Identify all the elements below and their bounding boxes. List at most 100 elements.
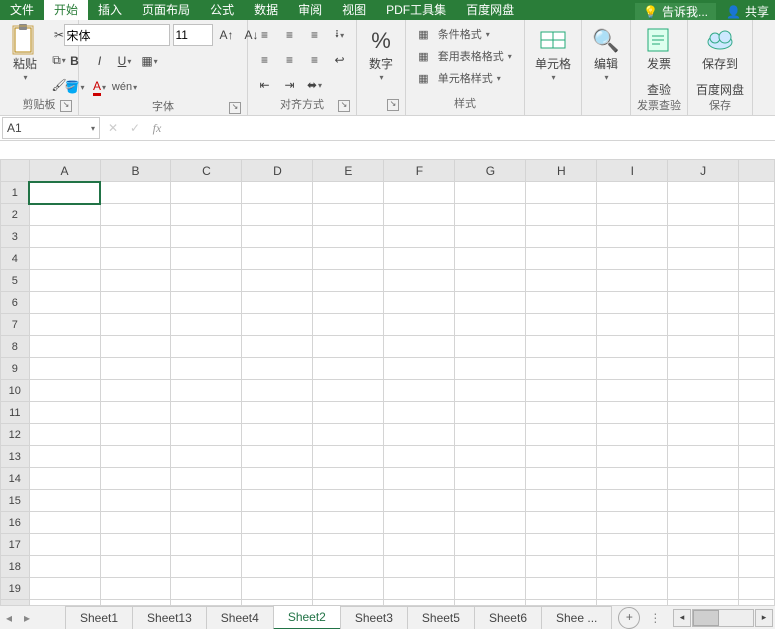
cell[interactable]	[526, 534, 597, 556]
cell[interactable]	[384, 336, 455, 358]
cell[interactable]	[455, 512, 526, 534]
cell[interactable]	[29, 468, 100, 490]
tab-pagelayout[interactable]: 页面布局	[132, 0, 200, 20]
cell[interactable]	[100, 490, 171, 512]
cell[interactable]	[526, 292, 597, 314]
cell[interactable]	[597, 292, 668, 314]
editing-button[interactable]: 🔍 编辑▾	[586, 22, 626, 86]
column-header[interactable]: F	[384, 160, 455, 182]
cell[interactable]	[526, 512, 597, 534]
cell[interactable]	[171, 270, 242, 292]
cell[interactable]	[455, 292, 526, 314]
row-header[interactable]: 18	[1, 556, 30, 578]
cell[interactable]	[29, 336, 100, 358]
cell[interactable]	[100, 446, 171, 468]
cell[interactable]	[597, 490, 668, 512]
cell[interactable]	[668, 600, 739, 606]
cell[interactable]	[739, 204, 775, 226]
cell[interactable]	[313, 446, 384, 468]
cell[interactable]	[29, 358, 100, 380]
sheet-tab[interactable]: Shee ...	[541, 606, 612, 629]
row-header[interactable]: 17	[1, 534, 30, 556]
tab-review[interactable]: 审阅	[288, 0, 332, 20]
tell-me[interactable]: 💡告诉我...	[635, 3, 716, 20]
cell[interactable]	[739, 226, 775, 248]
cell[interactable]	[526, 226, 597, 248]
cell[interactable]	[739, 556, 775, 578]
cell[interactable]	[100, 358, 171, 380]
sheet-nav-prev[interactable]: ▸	[18, 611, 36, 625]
cell[interactable]	[526, 204, 597, 226]
cell[interactable]	[242, 402, 313, 424]
cell[interactable]	[313, 424, 384, 446]
cell[interactable]	[597, 226, 668, 248]
cell[interactable]	[29, 226, 100, 248]
cell[interactable]	[668, 402, 739, 424]
align-middle-button[interactable]: ≡	[279, 24, 301, 46]
cell[interactable]	[597, 468, 668, 490]
cell[interactable]	[171, 490, 242, 512]
tab-insert[interactable]: 插入	[88, 0, 132, 20]
row-header[interactable]: 6	[1, 292, 30, 314]
row-header[interactable]: 20	[1, 600, 30, 606]
cell[interactable]	[526, 600, 597, 606]
fill-color-button[interactable]: 🪣▾	[64, 76, 86, 98]
orientation-button[interactable]: ⭭▾	[329, 24, 351, 46]
row-header[interactable]: 5	[1, 270, 30, 292]
column-header[interactable]	[739, 160, 775, 182]
cell[interactable]	[739, 424, 775, 446]
cell[interactable]	[526, 556, 597, 578]
cell[interactable]	[171, 578, 242, 600]
sheet-menu[interactable]: ⋮	[646, 611, 664, 625]
paste-button[interactable]: 粘贴▾	[5, 22, 45, 86]
cell[interactable]	[242, 226, 313, 248]
tab-formulas[interactable]: 公式	[200, 0, 244, 20]
cell[interactable]	[455, 270, 526, 292]
cell[interactable]	[100, 556, 171, 578]
cell[interactable]	[668, 248, 739, 270]
share-button[interactable]: 👤共享	[720, 3, 775, 20]
cell[interactable]	[597, 446, 668, 468]
cell[interactable]	[171, 336, 242, 358]
column-header[interactable]: A	[29, 160, 100, 182]
cell[interactable]	[29, 270, 100, 292]
cell[interactable]	[313, 358, 384, 380]
cell[interactable]	[242, 182, 313, 204]
cell[interactable]	[100, 424, 171, 446]
cell[interactable]	[29, 556, 100, 578]
cell[interactable]	[384, 468, 455, 490]
cell[interactable]	[455, 226, 526, 248]
cell[interactable]	[384, 512, 455, 534]
cell[interactable]	[455, 578, 526, 600]
cell[interactable]	[739, 490, 775, 512]
cell[interactable]	[171, 556, 242, 578]
cell[interactable]	[597, 270, 668, 292]
cell[interactable]	[313, 490, 384, 512]
column-header[interactable]: E	[313, 160, 384, 182]
cell[interactable]	[242, 600, 313, 606]
tab-home[interactable]: 开始	[44, 0, 88, 20]
cell[interactable]	[384, 490, 455, 512]
cell[interactable]	[597, 358, 668, 380]
sheet-tab[interactable]: Sheet13	[132, 606, 207, 629]
cell[interactable]	[171, 600, 242, 606]
cell[interactable]	[29, 204, 100, 226]
cell[interactable]	[597, 314, 668, 336]
cell[interactable]	[100, 380, 171, 402]
cell[interactable]	[739, 292, 775, 314]
cell[interactable]	[597, 336, 668, 358]
cell[interactable]	[668, 336, 739, 358]
cell[interactable]	[100, 336, 171, 358]
tab-baidu[interactable]: 百度网盘	[456, 0, 524, 20]
cell[interactable]	[171, 248, 242, 270]
conditional-format-button[interactable]: ▦ 条件格式▾	[418, 26, 511, 42]
cell[interactable]	[313, 468, 384, 490]
cell[interactable]	[739, 314, 775, 336]
cell[interactable]	[526, 446, 597, 468]
cell[interactable]	[455, 358, 526, 380]
cell[interactable]	[526, 490, 597, 512]
row-header[interactable]: 15	[1, 490, 30, 512]
row-header[interactable]: 10	[1, 380, 30, 402]
align-left-button[interactable]: ≡	[254, 49, 276, 71]
cell[interactable]	[384, 204, 455, 226]
